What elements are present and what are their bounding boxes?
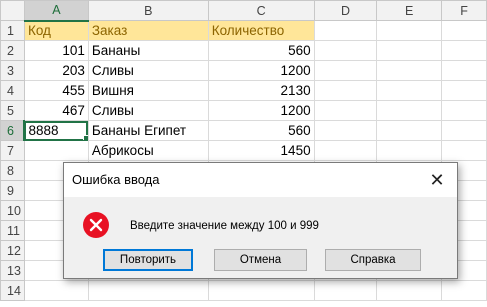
cell-a6-active[interactable]: 8888 — [23, 120, 89, 141]
cell-a7[interactable] — [23, 140, 89, 161]
cell-c14[interactable] — [207, 280, 315, 301]
cell-f14[interactable] — [441, 280, 487, 301]
cell-e14[interactable] — [376, 280, 443, 301]
cell-d5[interactable] — [313, 100, 378, 121]
error-x-icon — [83, 212, 109, 238]
cell-e3[interactable] — [376, 60, 443, 81]
cell-f7[interactable] — [441, 140, 487, 161]
row-header-4[interactable]: 4 — [0, 80, 25, 101]
cell-d1[interactable] — [313, 20, 378, 41]
cell-f3[interactable] — [441, 60, 487, 81]
select-all-corner[interactable] — [0, 0, 25, 21]
cell-b7[interactable]: Абрикосы — [87, 140, 209, 161]
dialog-title: Ошибка ввода — [72, 172, 160, 187]
dialog-message: Введите значение между 100 и 999 — [130, 220, 319, 232]
row-header-10[interactable]: 10 — [0, 200, 25, 221]
retry-button-label: Повторить — [119, 254, 177, 266]
cell-c2[interactable]: 560 — [207, 40, 315, 61]
cell-b14[interactable] — [87, 280, 209, 301]
cell-c3[interactable]: 1200 — [207, 60, 315, 81]
row-header-11[interactable]: 11 — [0, 220, 25, 241]
cell-c7[interactable]: 1450 — [207, 140, 315, 161]
column-header-d[interactable]: D — [313, 0, 378, 21]
help-button-label: Справка — [350, 254, 396, 266]
row-header-9[interactable]: 9 — [0, 180, 25, 201]
row-header-2[interactable]: 2 — [0, 40, 25, 61]
dialog-body: Введите значение между 100 и 999 Повтори… — [64, 197, 457, 278]
row-header-5[interactable]: 5 — [0, 100, 25, 121]
column-header-c[interactable]: C — [207, 0, 315, 21]
cancel-button-label: Отмена — [239, 254, 282, 266]
cell-e5[interactable] — [376, 100, 443, 121]
cell-f5[interactable] — [441, 100, 487, 121]
cell-a14[interactable] — [23, 280, 89, 301]
retry-button[interactable]: Повторить — [103, 249, 193, 271]
cell-a3[interactable]: 203 — [23, 60, 89, 81]
column-header-b[interactable]: B — [87, 0, 209, 21]
cell-e4[interactable] — [376, 80, 443, 101]
cell-d14[interactable] — [313, 280, 378, 301]
row-header-3[interactable]: 3 — [0, 60, 25, 81]
cell-b5[interactable]: Сливы — [87, 100, 209, 121]
cell-f4[interactable] — [441, 80, 487, 101]
cell-d3[interactable] — [313, 60, 378, 81]
cell-a4[interactable]: 455 — [23, 80, 89, 101]
cell-e7[interactable] — [376, 140, 443, 161]
row-header-6[interactable]: 6 — [0, 120, 26, 141]
row-header-12[interactable]: 12 — [0, 240, 25, 261]
row-header-1[interactable]: 1 — [0, 20, 25, 41]
cell-d2[interactable] — [313, 40, 378, 61]
cell-b4[interactable]: Вишня — [87, 80, 209, 101]
cell-b2[interactable]: Бананы — [87, 40, 209, 61]
dialog-titlebar[interactable]: Ошибка ввода ✕ — [64, 163, 457, 197]
cell-a5[interactable]: 467 — [23, 100, 89, 121]
row-header-14[interactable]: 14 — [0, 280, 25, 301]
cell-c4[interactable]: 2130 — [207, 80, 315, 101]
cell-e1[interactable] — [376, 20, 443, 41]
cell-d6[interactable] — [313, 120, 378, 141]
cell-b3[interactable]: Сливы — [87, 60, 209, 81]
cell-b1[interactable]: Заказ — [87, 20, 209, 41]
cell-c6[interactable]: 560 — [207, 120, 315, 141]
column-header-a[interactable]: A — [23, 0, 89, 22]
row-header-8[interactable]: 8 — [0, 160, 25, 181]
cell-a1[interactable]: Код — [23, 20, 89, 41]
cell-f2[interactable] — [441, 40, 487, 61]
cell-e2[interactable] — [376, 40, 443, 61]
cell-e6[interactable] — [376, 120, 443, 141]
cell-f1[interactable] — [441, 20, 487, 41]
cell-f6[interactable] — [441, 120, 487, 141]
cell-c1[interactable]: Количество — [207, 20, 315, 41]
cell-c5[interactable]: 1200 — [207, 100, 315, 121]
row-header-13[interactable]: 13 — [0, 260, 25, 281]
cell-b6[interactable]: Бананы Египет — [87, 120, 209, 141]
close-icon[interactable]: ✕ — [417, 163, 457, 197]
input-error-dialog: Ошибка ввода ✕ Введите значение между 10… — [63, 162, 458, 279]
column-header-e[interactable]: E — [376, 0, 443, 21]
cancel-button[interactable]: Отмена — [214, 249, 307, 271]
row-header-7[interactable]: 7 — [0, 140, 25, 161]
cell-d7[interactable] — [313, 140, 378, 161]
cell-d4[interactable] — [313, 80, 378, 101]
cell-a2[interactable]: 101 — [23, 40, 89, 61]
help-button[interactable]: Справка — [325, 249, 421, 271]
column-header-f[interactable]: F — [441, 0, 487, 21]
